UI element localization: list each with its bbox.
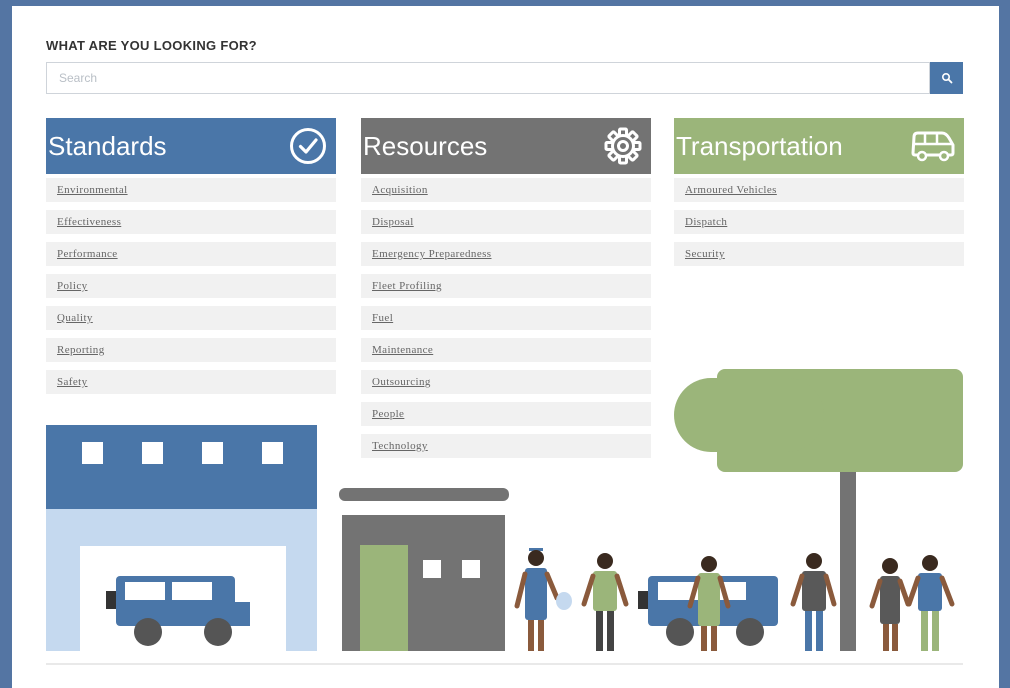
person-illustration (790, 553, 837, 651)
gear-icon (604, 127, 642, 165)
search-bar (46, 62, 963, 94)
link-outsourcing[interactable]: Outsourcing (372, 376, 431, 388)
person-illustration (869, 558, 911, 651)
link-technology[interactable]: Technology (372, 440, 428, 452)
search-heading: WHAT ARE YOU LOOKING FOR? (46, 38, 257, 53)
transportation-title: Transportation (676, 130, 843, 161)
link-disposal[interactable]: Disposal (372, 216, 414, 228)
resources-list: Acquisition Disposal Emergency Preparedn… (361, 178, 651, 458)
link-fuel[interactable]: Fuel (372, 312, 393, 324)
link-safety[interactable]: Safety (57, 376, 88, 388)
list-item: Security (674, 242, 964, 266)
link-policy[interactable]: Policy (57, 280, 88, 292)
standards-list: Environmental Effectiveness Performance … (46, 178, 336, 394)
person-illustration (906, 555, 955, 651)
car-illustration (106, 576, 250, 646)
link-reporting[interactable]: Reporting (57, 344, 105, 356)
link-effectiveness[interactable]: Effectiveness (57, 216, 121, 228)
person-illustration (514, 548, 572, 651)
transportation-column: Transportation Armoured Vehicles Dispatc… (674, 118, 964, 274)
search-input[interactable] (46, 62, 930, 94)
link-emergency-preparedness[interactable]: Emergency Preparedness (372, 248, 491, 260)
tree-illustration (674, 369, 963, 651)
van-icon (911, 131, 955, 162)
standards-title: Standards (48, 130, 167, 161)
transportation-header[interactable]: Transportation (674, 118, 964, 174)
person-illustration (687, 556, 731, 651)
resources-column: Resources Acquisition Disposal Emergency… (361, 118, 651, 466)
link-quality[interactable]: Quality (57, 312, 93, 324)
search-button[interactable] (930, 62, 963, 94)
list-item: Effectiveness (46, 210, 336, 234)
list-item: Performance (46, 242, 336, 266)
link-environmental[interactable]: Environmental (57, 184, 128, 196)
link-dispatch[interactable]: Dispatch (685, 216, 727, 228)
list-item: Quality (46, 306, 336, 330)
list-item: Environmental (46, 178, 336, 202)
checkmark-circle-icon (290, 128, 326, 164)
link-people[interactable]: People (372, 408, 404, 420)
link-security[interactable]: Security (685, 248, 725, 260)
car-illustration (638, 576, 778, 646)
resources-title: Resources (363, 130, 488, 161)
list-item: Acquisition (361, 178, 651, 202)
list-item: Emergency Preparedness (361, 242, 651, 266)
list-item: Disposal (361, 210, 651, 234)
standards-header[interactable]: Standards (46, 118, 336, 174)
transportation-list: Armoured Vehicles Dispatch Security (674, 178, 964, 266)
garage-building-illustration (46, 425, 317, 651)
link-armoured-vehicles[interactable]: Armoured Vehicles (685, 184, 777, 196)
search-icon (941, 72, 952, 84)
list-item: Armoured Vehicles (674, 178, 964, 202)
list-item: Fleet Profiling (361, 274, 651, 298)
link-fleet-profiling[interactable]: Fleet Profiling (372, 280, 442, 292)
list-item: Maintenance (361, 338, 651, 362)
link-maintenance[interactable]: Maintenance (372, 344, 433, 356)
resources-header[interactable]: Resources (361, 118, 651, 174)
list-item: Outsourcing (361, 370, 651, 394)
person-illustration (581, 553, 629, 651)
list-item: Policy (46, 274, 336, 298)
list-item: People (361, 402, 651, 426)
list-item: Dispatch (674, 210, 964, 234)
link-performance[interactable]: Performance (57, 248, 118, 260)
main-panel: WHAT ARE YOU LOOKING FOR? Standards Envi… (12, 6, 999, 688)
list-item: Safety (46, 370, 336, 394)
list-item: Reporting (46, 338, 336, 362)
standards-column: Standards Environmental Effectiveness Pe… (46, 118, 336, 402)
list-item: Technology (361, 434, 651, 458)
list-item: Fuel (361, 306, 651, 330)
link-acquisition[interactable]: Acquisition (372, 184, 428, 196)
gray-building-illustration (339, 488, 509, 651)
